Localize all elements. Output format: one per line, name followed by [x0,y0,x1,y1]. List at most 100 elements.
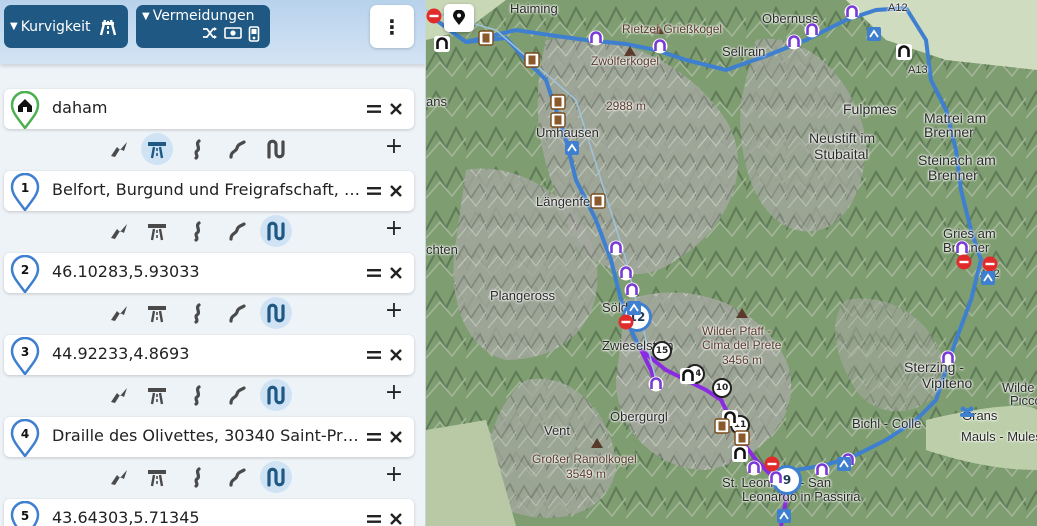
group-people-icon[interactable] [959,403,975,419]
highway-icon[interactable] [141,215,173,247]
fuel-station-icon[interactable] [734,430,750,446]
route-stop-badge[interactable]: 10 [712,378,732,398]
drag-handle-icon[interactable] [366,181,382,201]
drag-handle-icon[interactable] [366,345,382,365]
drag-handle-icon[interactable] [366,427,382,447]
curvy-road-icon[interactable] [182,379,214,411]
drag-handle-icon[interactable] [366,509,382,526]
waypoint-text[interactable]: daham [52,98,362,120]
drag-handle-icon[interactable] [366,263,382,283]
add-waypoint-button[interactable]: + [382,382,406,406]
mountain-pass-icon[interactable] [608,240,624,256]
remove-waypoint-icon[interactable] [388,263,404,283]
direction-arrow-icon [981,271,995,285]
more-vertical-icon: ⋮ [382,14,402,39]
waypoint-row[interactable]: 4 Draille des Olivettes, 30340 Saint-Priv… [4,417,414,457]
fuel-station-icon[interactable] [550,112,566,128]
waypoint-text[interactable]: Draille des Olivettes, 30340 Saint-Priv.… [52,426,362,448]
very-curvy-road-icon[interactable] [260,215,292,247]
mountain-pass-icon[interactable] [618,265,634,281]
very-curvy-road-icon[interactable] [260,379,292,411]
highway-icon[interactable] [141,461,173,493]
curvier-road-icon[interactable] [221,379,253,411]
fuel-station-icon[interactable] [524,52,540,68]
mountain-pass-icon[interactable] [624,282,640,298]
remove-waypoint-icon[interactable] [388,345,404,365]
curvier-road-icon[interactable] [221,215,253,247]
fuel-station-icon[interactable] [478,30,494,46]
fuel-station-icon[interactable] [590,193,606,209]
motorcycle-icon[interactable] [103,133,135,165]
place-label: Vipiteno [922,375,973,391]
route-stop-badge[interactable]: 15 [652,341,672,361]
add-waypoint-button[interactable]: + [382,300,406,324]
highway-icon[interactable] [141,133,173,165]
very-curvy-road-icon[interactable] [260,461,292,493]
location-button[interactable] [444,4,474,32]
waypoint-row[interactable]: daham [4,89,414,129]
mountain-pass-icon[interactable] [768,470,784,486]
remove-waypoint-icon[interactable] [388,99,404,119]
waypoint-number-marker-icon: 5 [10,501,40,526]
curvier-road-icon[interactable] [221,461,253,493]
curvy-road-icon[interactable] [182,215,214,247]
waypoint-text[interactable]: 44.92233,4.8693 [52,344,362,366]
curvy-road-icon[interactable] [182,461,214,493]
waypoint-row[interactable]: 5 43.64303,5.71345 [4,499,414,526]
add-waypoint-button[interactable]: + [382,464,406,488]
waypoint-text[interactable]: Belfort, Burgund und Freigrafschaft, Fr.… [52,180,362,202]
highway-icon[interactable] [141,297,173,329]
mountain-pass-icon[interactable] [588,30,604,46]
mountain-pass-icon[interactable] [652,38,668,54]
very-curvy-road-icon[interactable] [260,297,292,329]
mountain-pass-icon[interactable] [940,350,956,366]
drag-handle-icon[interactable] [366,99,382,119]
kurvigkeit-dropdown[interactable]: ▼ Kurvigkeit [4,5,128,48]
no-entry-icon[interactable] [764,456,780,472]
waypoint-text[interactable]: 43.64303,5.71345 [52,508,362,526]
no-entry-icon[interactable] [618,314,634,330]
tunnel-icon[interactable] [732,446,748,462]
curvy-road-icon[interactable] [182,133,214,165]
mountain-pass-icon[interactable] [786,34,802,50]
tunnel-icon[interactable] [896,44,912,60]
motorcycle-icon[interactable] [103,461,135,493]
add-waypoint-button[interactable]: + [382,218,406,242]
waypoint-row[interactable]: 3 44.92233,4.8693 [4,335,414,375]
caret-down-icon: ▼ [10,21,18,32]
tunnel-icon[interactable] [680,368,696,384]
mountain-pass-icon[interactable] [648,376,664,392]
add-waypoint-button[interactable]: + [382,136,406,160]
no-entry-icon[interactable] [956,254,972,270]
curvier-road-icon[interactable] [221,133,253,165]
remove-waypoint-icon[interactable] [388,427,404,447]
remove-waypoint-icon[interactable] [388,509,404,526]
motorcycle-icon[interactable] [103,297,135,329]
motorcycle-icon[interactable] [103,215,135,247]
mountain-pass-icon[interactable] [804,22,820,38]
place-label: ans [426,94,447,109]
tunnel-icon[interactable] [434,36,450,52]
remove-waypoint-icon[interactable] [388,181,404,201]
curvy-road-icon[interactable] [182,297,214,329]
motorcycle-icon[interactable] [103,379,135,411]
waypoint-row[interactable]: 2 46.10283,5.93033 [4,253,414,293]
waypoint-row[interactable]: 1 Belfort, Burgund und Freigrafschaft, Fr… [4,171,414,211]
vermeidungen-dropdown[interactable]: ▼ Vermeidungen [136,5,270,48]
more-menu-button[interactable]: ⋮ [370,5,414,48]
panel-toolbar: ▼ Kurvigkeit ▼ Vermeidungen ⋮ [0,0,425,64]
mountain-pass-icon[interactable] [814,462,830,478]
fuel-station-icon[interactable] [714,418,730,434]
no-entry-icon[interactable] [426,8,442,24]
route-options-row: + [0,213,425,249]
fuel-station-icon[interactable] [550,94,566,110]
mountain-pass-icon[interactable] [746,460,762,476]
very-curvy-road-icon[interactable] [260,133,292,165]
curvier-road-icon[interactable] [221,297,253,329]
highway-icon[interactable] [141,379,173,411]
place-label: Wilder Pfaff - [702,324,772,338]
map-view[interactable]: Haiming Rietzer Grießkogel Zwölferkogel 298… [426,0,1037,526]
ferry-icon [248,26,260,46]
waypoint-text[interactable]: 46.10283,5.93033 [52,262,362,284]
mountain-pass-icon[interactable] [844,4,860,20]
